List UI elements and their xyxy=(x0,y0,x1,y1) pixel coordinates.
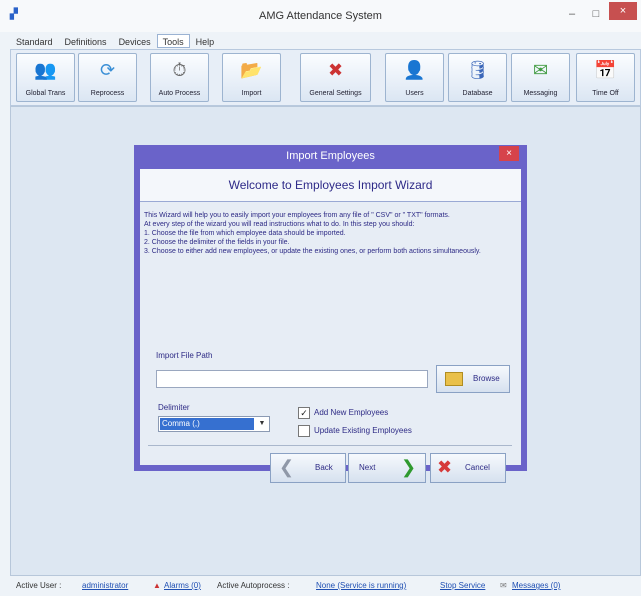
browse-label: Browse xyxy=(473,374,500,383)
arrow-right-icon: ❯ xyxy=(401,457,417,477)
import-icon: 📂 xyxy=(240,60,263,80)
time-off-label: Time Off xyxy=(592,90,619,97)
folder-icon xyxy=(445,372,463,386)
menu-help[interactable]: Help xyxy=(190,34,221,48)
close-window-button[interactable]: × xyxy=(609,2,637,20)
cancel-button[interactable]: ✖ Cancel xyxy=(430,453,506,483)
import-employees-dialog: Import Employees × Welcome to Employees … xyxy=(134,145,527,483)
wizard-instructions: This Wizard will help you to easily impo… xyxy=(144,211,514,256)
global-trans-button[interactable]: 👥 Global Trans xyxy=(16,53,75,102)
chevron-down-icon[interactable]: ▼ xyxy=(256,418,268,430)
wizard-heading: Welcome to Employees Import Wizard xyxy=(140,169,521,202)
arrow-left-icon: ❮ xyxy=(279,457,295,477)
time-off-button[interactable]: 📅 Time Off xyxy=(576,53,635,102)
menu-standard[interactable]: Standard xyxy=(10,34,59,48)
delimiter-label: Delimiter xyxy=(158,403,190,412)
maximize-button[interactable]: □ xyxy=(586,4,606,24)
autoprocess-label: Active Autoprocess : xyxy=(217,581,290,590)
cancel-label: Cancel xyxy=(465,463,490,472)
instruction-line: 1. Choose the file from which employee d… xyxy=(144,230,346,237)
divider xyxy=(148,445,512,446)
back-label: Back xyxy=(315,463,333,472)
active-user-link[interactable]: administrator xyxy=(82,581,128,590)
instruction-line: At every step of the wizard you will rea… xyxy=(144,221,415,228)
tools-icon: ✖ xyxy=(327,60,344,80)
general-settings-button[interactable]: ✖ General Settings xyxy=(300,53,371,102)
reprocess-label: Reprocess xyxy=(90,90,125,97)
import-button[interactable]: 📂 Import xyxy=(222,53,281,102)
dialog-title: Import Employees xyxy=(286,150,375,162)
update-existing-checkbox[interactable] xyxy=(298,425,310,437)
add-new-checkbox[interactable]: ✓ xyxy=(298,407,310,419)
users-button[interactable]: 👤 Users xyxy=(385,53,444,102)
menu-definitions[interactable]: Definitions xyxy=(59,34,113,48)
global-trans-label: Global Trans xyxy=(25,90,66,97)
menu-bar: Standard Definitions Devices Tools Help xyxy=(10,34,220,48)
instruction-line: 3. Choose to either add new employees, o… xyxy=(144,248,481,255)
menu-devices[interactable]: Devices xyxy=(113,34,157,48)
users-group-icon: 👥 xyxy=(34,60,57,80)
stop-service-link[interactable]: Stop Service xyxy=(440,581,485,590)
autoprocess-link[interactable]: None (Service is running) xyxy=(316,581,406,590)
title-bar: ▞ AMG Attendance System – □ × xyxy=(0,0,641,32)
back-button[interactable]: ❮ Back xyxy=(270,453,346,483)
add-new-label: Add New Employees xyxy=(314,408,389,417)
alarm-icon: ▲ xyxy=(153,581,161,590)
import-label: Import xyxy=(241,90,262,97)
next-button[interactable]: Next ❯ xyxy=(348,453,426,483)
browse-button[interactable]: Browse xyxy=(436,365,510,393)
stopwatch-icon: ⏱ xyxy=(172,60,187,80)
database-button[interactable]: 🛢 Database xyxy=(448,53,507,102)
window-title: AMG Attendance System xyxy=(259,10,382,22)
message-icon: ✉ xyxy=(532,60,549,80)
dialog-body: Welcome to Employees Import Wizard This … xyxy=(140,169,521,483)
instruction-line: This Wizard will help you to easily impo… xyxy=(144,212,450,219)
update-existing-label: Update Existing Employees xyxy=(314,426,412,435)
reprocess-button[interactable]: ⟳ Reprocess xyxy=(78,53,137,102)
dialog-close-button[interactable]: × xyxy=(499,146,519,161)
user-icon: 👤 xyxy=(403,60,426,80)
file-path-input[interactable] xyxy=(156,370,428,388)
database-icon: 🛢 xyxy=(466,60,489,80)
general-settings-label: General Settings xyxy=(309,90,362,97)
reprocess-icon: ⟳ xyxy=(99,60,116,80)
messaging-label: Messaging xyxy=(523,90,558,97)
menu-tools[interactable]: Tools xyxy=(156,34,190,48)
messages-link[interactable]: Messages (0) xyxy=(512,581,560,590)
active-user-label: Active User : xyxy=(16,581,62,590)
auto-process-button[interactable]: ⏱ Auto Process xyxy=(150,53,209,102)
minimize-button[interactable]: – xyxy=(562,4,582,24)
next-label: Next xyxy=(359,463,376,472)
messages-icon: ✉ xyxy=(500,581,507,590)
users-label: Users xyxy=(405,90,424,97)
ribbon-toolbar: 👥 Global Trans ⟳ Reprocess ⏱ Auto Proces… xyxy=(10,49,641,106)
instruction-line: 2. Choose the delimiter of the fields in… xyxy=(144,239,290,246)
cancel-x-icon: ✖ xyxy=(437,457,453,477)
delimiter-select[interactable]: Comma (,) ▼ xyxy=(158,416,270,432)
delimiter-value: Comma (,) xyxy=(160,418,254,430)
file-path-label: Import File Path xyxy=(156,351,213,360)
status-bar: Active User : administrator ▲ Alarms (0)… xyxy=(10,578,639,594)
database-label: Database xyxy=(462,90,493,97)
auto-process-label: Auto Process xyxy=(158,90,201,97)
calendar-icon: 📅 xyxy=(594,60,617,80)
messaging-button[interactable]: ✉ Messaging xyxy=(511,53,570,102)
alarms-link[interactable]: Alarms (0) xyxy=(164,581,201,590)
